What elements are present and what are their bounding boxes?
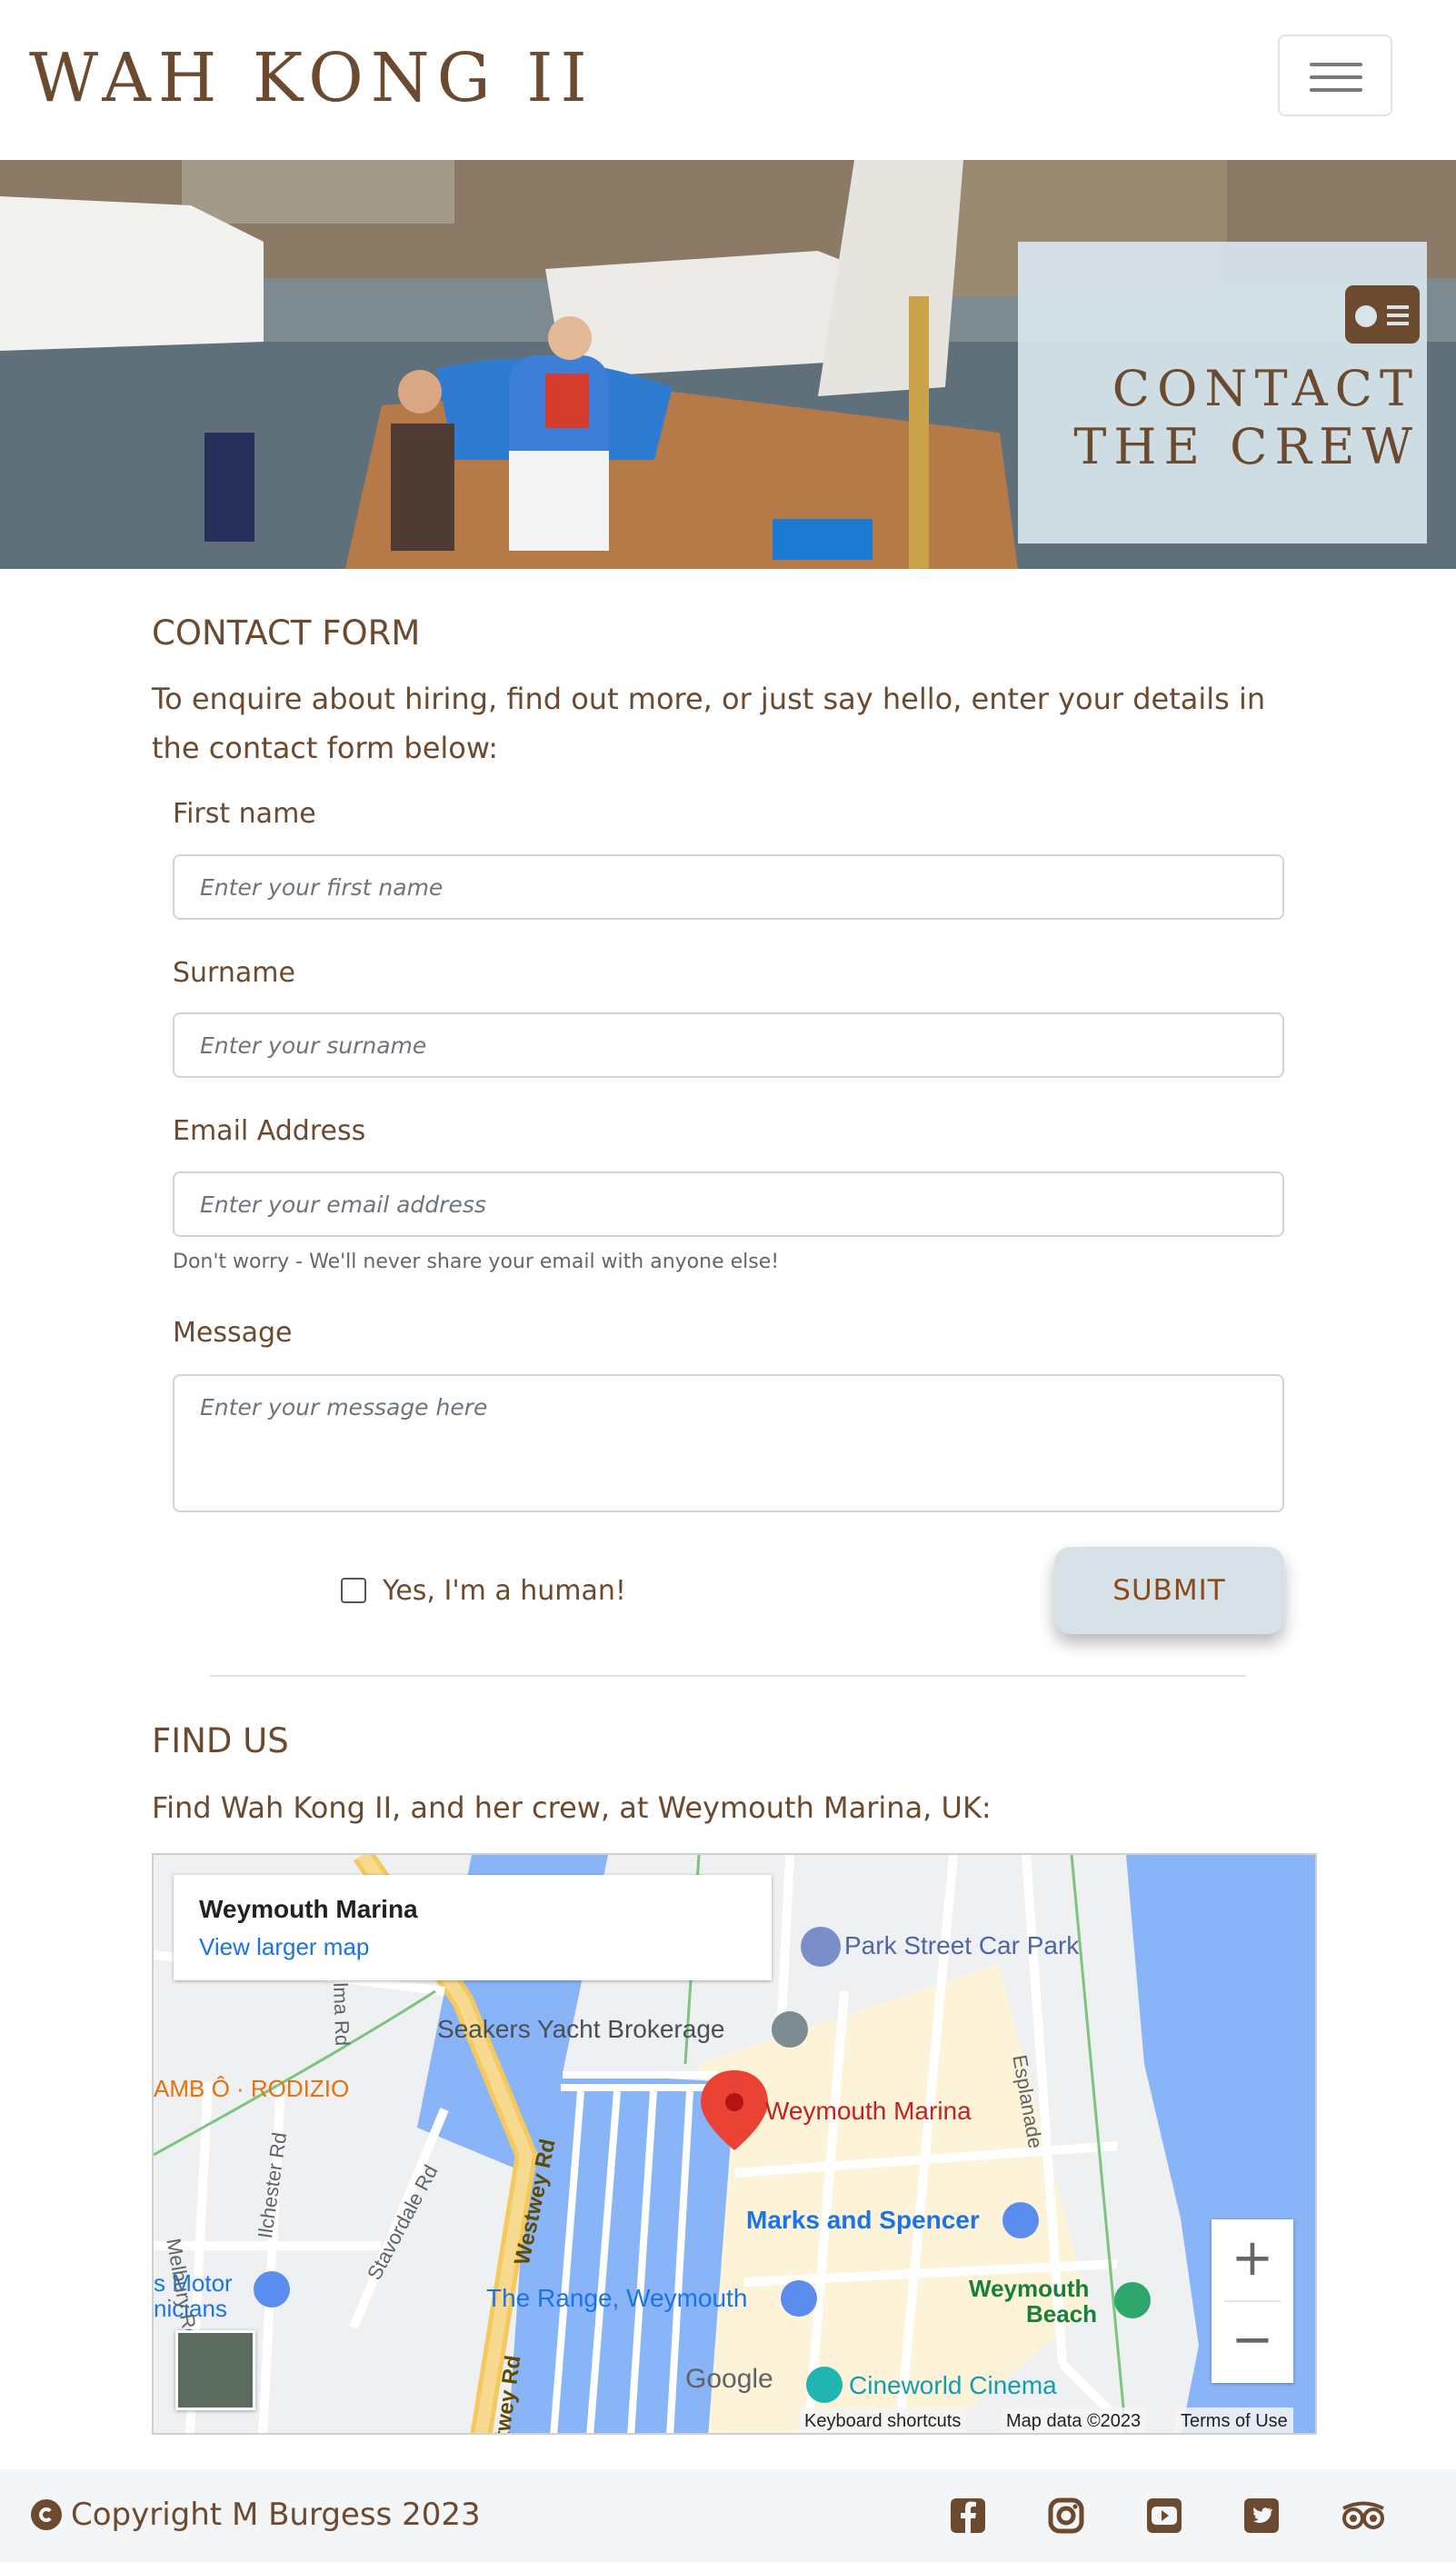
instagram-icon[interactable] [1047, 2497, 1085, 2535]
surname-input[interactable] [173, 1012, 1284, 1078]
site-footer: Copyright M Burgess 2023 [0, 2469, 1456, 2562]
human-checkbox-label: Yes, I'm a human! [383, 1574, 626, 1607]
twitter-icon[interactable] [1242, 2497, 1281, 2535]
map-data-attribution: Map data ©2023 [1001, 2407, 1147, 2433]
message-label: Message [173, 1317, 293, 1349]
zoom-in-button[interactable]: + [1212, 2219, 1293, 2301]
find-us-heading: FIND US [152, 1721, 289, 1760]
first-name-input[interactable] [173, 854, 1284, 920]
google-logo: Google [685, 2364, 773, 2394]
map-label-cineworld[interactable]: Cineworld Cinema [849, 2371, 1057, 2400]
map-embed[interactable]: Weymouth Marina View larger map Park Str… [152, 1853, 1317, 2435]
copyright-text: Copyright M Burgess 2023 [71, 2497, 481, 2533]
map-label-beach2[interactable]: Beach [1026, 2300, 1097, 2328]
map-label-seakers[interactable]: Seakers Yacht Brokerage [437, 2015, 724, 2044]
map-card-title: Weymouth Marina [199, 1895, 418, 1923]
email-label: Email Address [173, 1115, 366, 1147]
youtube-icon[interactable] [1145, 2497, 1183, 2535]
contact-form-heading: CONTACT FORM [152, 613, 421, 653]
menu-toggle-button[interactable] [1278, 35, 1392, 116]
hero-title-panel: CONTACT THE CREW [1018, 242, 1427, 543]
copyright-icon [31, 2499, 62, 2530]
zoom-controls: + − [1212, 2219, 1293, 2383]
site-header: WAH KONG II [0, 0, 1456, 160]
terms-of-use-link[interactable]: Terms of Use [1175, 2407, 1293, 2433]
map-label-rodizio[interactable]: AMB Ô · RODIZIO [154, 2075, 349, 2103]
hero-title-line1: CONTACT [1112, 360, 1420, 417]
human-check[interactable]: Yes, I'm a human! [341, 1570, 626, 1610]
hero-banner: CONTACT THE CREW [0, 160, 1456, 569]
hero-title-line2: THE CREW [1073, 418, 1420, 475]
map-label-park[interactable]: Park Street Car Park [844, 1931, 1079, 1960]
find-us-intro: Find Wah Kong II, and her crew, at Weymo… [152, 1790, 992, 1825]
map-label-alma: lma Rd [329, 1982, 354, 2047]
hamburger-bar [1310, 75, 1362, 79]
hamburger-menu-icon [1310, 63, 1362, 66]
email-help-text: Don't worry - We'll never share your ema… [173, 1251, 780, 1273]
email-input[interactable] [173, 1171, 1284, 1237]
surname-label: Surname [173, 957, 295, 989]
contact-intro: To enquire about hiring, find out more, … [152, 682, 1266, 765]
site-brand[interactable]: WAH KONG II [29, 33, 594, 124]
hamburger-bar [1310, 88, 1362, 92]
message-textarea[interactable] [173, 1374, 1284, 1512]
contact-card-icon [1345, 285, 1420, 344]
map-label-range[interactable]: The Range, Weymouth [486, 2284, 747, 2313]
map-label-marks[interactable]: Marks and Spencer [746, 2206, 980, 2235]
first-name-label: First name [173, 798, 316, 830]
view-larger-map-link[interactable]: View larger map [199, 1933, 369, 1961]
facebook-icon[interactable] [949, 2497, 987, 2535]
human-checkbox[interactable] [341, 1578, 366, 1603]
map-label-beach1[interactable]: Weymouth [969, 2275, 1089, 2303]
map-label-marina[interactable]: Weymouth Marina [765, 2097, 972, 2126]
tripadvisor-icon[interactable] [1340, 2497, 1387, 2535]
submit-button[interactable]: SUBMIT [1054, 1547, 1284, 1634]
map-info-card: Weymouth Marina View larger map [174, 1875, 772, 1980]
section-divider [210, 1675, 1246, 1677]
keyboard-shortcuts-link[interactable]: Keyboard shortcuts [799, 2407, 967, 2433]
hero-title: CONTACT THE CREW [1073, 360, 1420, 476]
copyright: Copyright M Burgess 2023 [31, 2497, 481, 2533]
zoom-out-button[interactable]: − [1212, 2301, 1293, 2383]
satellite-toggle[interactable] [175, 2330, 255, 2410]
